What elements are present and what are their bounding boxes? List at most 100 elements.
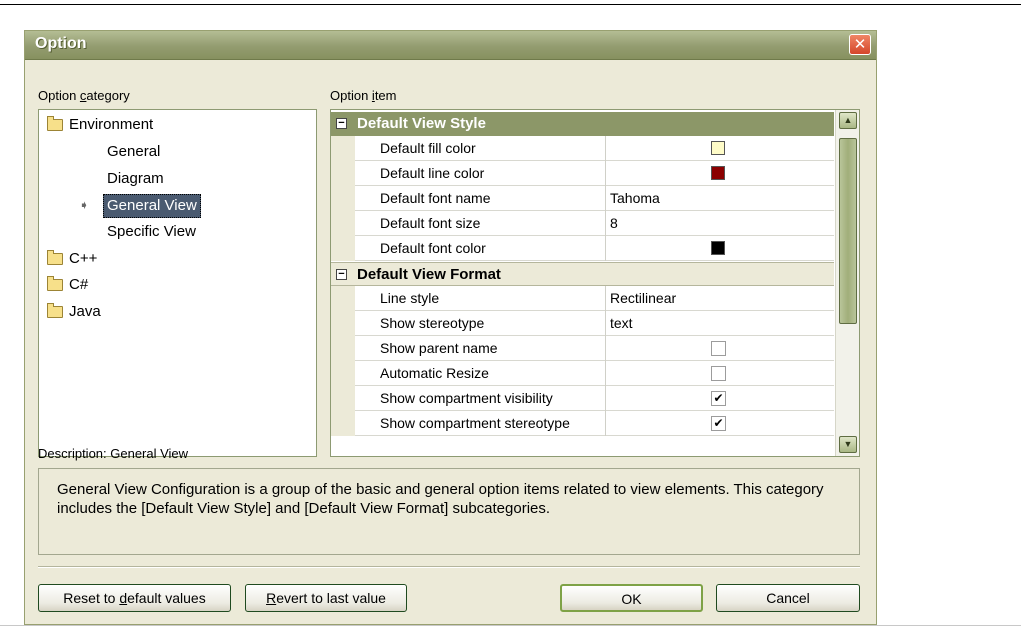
prop-row[interactable]: Default line color <box>331 161 834 186</box>
folder-icon <box>47 250 63 265</box>
row-gutter <box>331 136 355 161</box>
prop-name: Automatic Resize <box>380 365 489 381</box>
section-header-default-view-format[interactable]: − Default View Format <box>331 262 834 286</box>
checkbox[interactable]: ✔ <box>711 416 726 431</box>
category-tree[interactable]: Environment General Diagram ➧ General Vi… <box>38 109 317 457</box>
tree-item-diagram[interactable]: Diagram <box>107 168 164 190</box>
option-dialog: Option ✕ Option category Option item Env… <box>24 30 877 625</box>
column-divider <box>605 386 606 411</box>
label-text: ategory <box>86 88 130 103</box>
row-gutter <box>331 211 355 236</box>
separator <box>38 566 860 568</box>
close-button[interactable]: ✕ <box>849 34 871 55</box>
checkbox[interactable]: ✔ <box>711 391 726 406</box>
label-text: Option <box>38 88 80 103</box>
tree-item-label: Environment <box>69 116 154 133</box>
prop-name: Default font name <box>380 190 491 206</box>
tree-item-general[interactable]: General <box>107 141 160 163</box>
prop-row[interactable]: Show parent name <box>331 336 834 361</box>
prop-value[interactable]: Rectilinear <box>610 290 676 306</box>
revert-last-value-button[interactable]: Revert to last value <box>245 584 407 612</box>
prop-row[interactable]: Show compartment stereotype ✔ <box>331 411 834 436</box>
close-icon: ✕ <box>853 36 867 53</box>
prop-row[interactable]: Default font name Tahoma <box>331 186 834 211</box>
option-item-grid[interactable]: − Default View Style Default fill color … <box>330 109 860 457</box>
tree-item-label: C# <box>69 276 89 293</box>
reset-default-button[interactable]: Reset to default values <box>38 584 231 612</box>
ok-button[interactable]: OK <box>560 584 703 612</box>
section-header-default-view-style[interactable]: − Default View Style <box>331 112 834 136</box>
color-swatch[interactable] <box>711 241 725 255</box>
column-divider <box>605 286 606 311</box>
collapse-icon[interactable]: − <box>336 118 347 129</box>
column-divider <box>605 161 606 186</box>
row-gutter <box>331 411 355 436</box>
column-divider <box>605 186 606 211</box>
prop-row[interactable]: Default fill color <box>331 136 834 161</box>
selected-arrow-icon: ➧ <box>79 198 90 212</box>
checkbox[interactable] <box>711 366 726 381</box>
chevron-up-icon: ▲ <box>843 115 853 125</box>
prop-row[interactable]: Line style Rectilinear <box>331 286 834 311</box>
row-gutter <box>331 311 355 336</box>
prop-row[interactable]: Default font color <box>331 236 834 261</box>
dialog-title: Option <box>35 35 87 52</box>
prop-value[interactable]: 8 <box>610 215 618 231</box>
prop-name: Default font color <box>380 240 486 256</box>
prop-row[interactable]: Automatic Resize <box>331 361 834 386</box>
button-mnemonic: R <box>266 590 277 606</box>
color-swatch[interactable] <box>711 166 725 180</box>
scroll-up-button[interactable]: ▲ <box>839 112 857 129</box>
tree-item-label: Specific View <box>107 223 196 240</box>
chevron-down-icon: ▼ <box>843 439 853 449</box>
option-category-label: Option category <box>38 88 130 103</box>
column-divider <box>605 411 606 436</box>
prop-name: Show compartment visibility <box>380 390 553 406</box>
page-bottom-rule <box>0 625 1021 626</box>
scroll-down-button[interactable]: ▼ <box>839 436 857 453</box>
column-divider <box>605 236 606 261</box>
cancel-button[interactable]: Cancel <box>716 584 860 612</box>
column-divider <box>605 336 606 361</box>
column-divider <box>605 136 606 161</box>
tree-item-label: General <box>107 143 161 160</box>
prop-row[interactable]: Default font size 8 <box>331 211 834 236</box>
prop-value[interactable]: Tahoma <box>610 190 660 206</box>
column-divider <box>605 311 606 336</box>
row-gutter <box>331 386 355 411</box>
section-title: Default View Format <box>357 266 501 283</box>
prop-row[interactable]: Show stereotype text <box>331 311 834 336</box>
option-item-label: Option item <box>330 88 396 103</box>
page-top-rule <box>0 4 1021 5</box>
label-text: tem <box>374 88 397 103</box>
prop-name: Default fill color <box>380 140 476 156</box>
folder-icon <box>47 276 63 291</box>
button-label: efault values <box>127 590 206 606</box>
prop-name: Line style <box>380 290 440 306</box>
section-title: Default View Style <box>357 115 486 132</box>
prop-name: Show compartment stereotype <box>380 415 570 431</box>
tree-item-label: Diagram <box>107 170 164 187</box>
title-bar[interactable]: Option ✕ <box>25 31 876 60</box>
folder-icon <box>47 303 63 318</box>
folder-icon <box>47 116 63 131</box>
row-gutter <box>331 236 355 261</box>
description-label: Description: General View <box>38 446 189 461</box>
prop-row[interactable]: Show compartment visibility ✔ <box>331 386 834 411</box>
description-text: General View Configuration is a group of… <box>57 481 824 517</box>
tree-item-label: General View <box>103 194 201 218</box>
button-mnemonic: d <box>119 590 128 606</box>
tree-item-specific-view[interactable]: Specific View <box>107 221 196 243</box>
button-label: Reset to <box>63 590 120 606</box>
tree-item-label: C++ <box>69 250 98 267</box>
checkbox[interactable] <box>711 341 726 356</box>
column-divider <box>605 211 606 236</box>
collapse-icon[interactable]: − <box>336 269 347 280</box>
scroll-thumb[interactable] <box>839 138 857 324</box>
prop-value[interactable]: text <box>610 315 633 331</box>
prop-name: Default font size <box>380 215 481 231</box>
row-gutter <box>331 361 355 386</box>
color-swatch[interactable] <box>711 141 725 155</box>
vertical-scrollbar[interactable]: ▲ ▼ <box>835 110 859 456</box>
row-gutter <box>331 161 355 186</box>
